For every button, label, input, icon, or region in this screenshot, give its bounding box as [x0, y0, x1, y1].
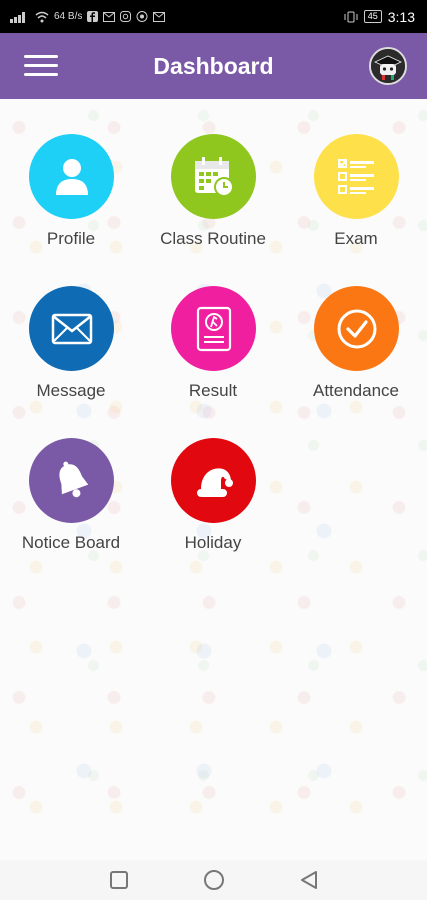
tile-label: Result [188, 381, 238, 400]
person-icon [55, 158, 88, 195]
tile-label: Holiday [184, 533, 242, 552]
status-right: 45 3:13 [344, 0, 415, 33]
status-bar: 64 B/s 45 3:13 [0, 0, 427, 33]
tile-notice-board[interactable]: Notice Board [0, 403, 142, 552]
class-routine-circle [171, 134, 256, 219]
bell-icon [58, 461, 88, 497]
santa-hat-icon [196, 467, 233, 497]
home-icon[interactable] [202, 868, 226, 892]
tile-holiday[interactable]: Holiday [142, 403, 284, 552]
check-circle-icon [337, 309, 376, 348]
exam-circle [314, 134, 399, 219]
tile-label: Notice Board [21, 533, 121, 552]
envelope-icon [51, 313, 92, 344]
clock: 3:13 [387, 8, 415, 25]
recent-apps-icon[interactable] [107, 868, 131, 892]
notice-board-circle [29, 438, 114, 523]
game-icon [136, 11, 148, 22]
tile-class-routine[interactable]: Class Routine [142, 99, 284, 248]
tile-label: Class Routine [160, 229, 266, 248]
avatar[interactable] [369, 47, 407, 85]
signal-icon [10, 11, 25, 23]
system-nav-bar [0, 860, 427, 900]
message-circle [29, 286, 114, 371]
graduate-avatar-icon [371, 49, 405, 83]
tile-label: Attendance [312, 381, 399, 400]
net-speed: 64 B/s [54, 10, 83, 22]
gmail-icon [103, 11, 116, 22]
tile-result[interactable]: Result [142, 251, 284, 400]
gmail-icon [153, 11, 166, 22]
dashboard-grid: Profile Class Routine Exam Message Resul… [0, 99, 427, 860]
hamburger-menu-icon[interactable] [24, 53, 60, 79]
tile-label: Exam [334, 229, 378, 248]
status-left: 64 B/s [10, 0, 166, 33]
page-title: Dashboard [153, 53, 274, 79]
tile-label: Message [36, 381, 106, 400]
wifi-icon [35, 11, 49, 22]
back-icon[interactable] [297, 868, 321, 892]
profile-circle [29, 134, 114, 219]
holiday-circle [171, 438, 256, 523]
tile-message[interactable]: Message [0, 251, 142, 400]
vibrate-icon [344, 11, 358, 22]
calendar-icon [194, 156, 234, 197]
facebook-icon [87, 11, 99, 22]
battery-icon: 45 [363, 10, 382, 23]
report-card-icon [196, 306, 231, 351]
tile-attendance[interactable]: Attendance [285, 251, 427, 400]
tile-label: Profile [46, 229, 96, 248]
result-circle [171, 286, 256, 371]
tile-profile[interactable]: Profile [0, 99, 142, 248]
app-bar: Dashboard [0, 33, 427, 99]
tile-exam[interactable]: Exam [285, 99, 427, 248]
checklist-icon [337, 158, 374, 194]
instagram-icon [120, 11, 132, 22]
attendance-circle [314, 286, 399, 371]
